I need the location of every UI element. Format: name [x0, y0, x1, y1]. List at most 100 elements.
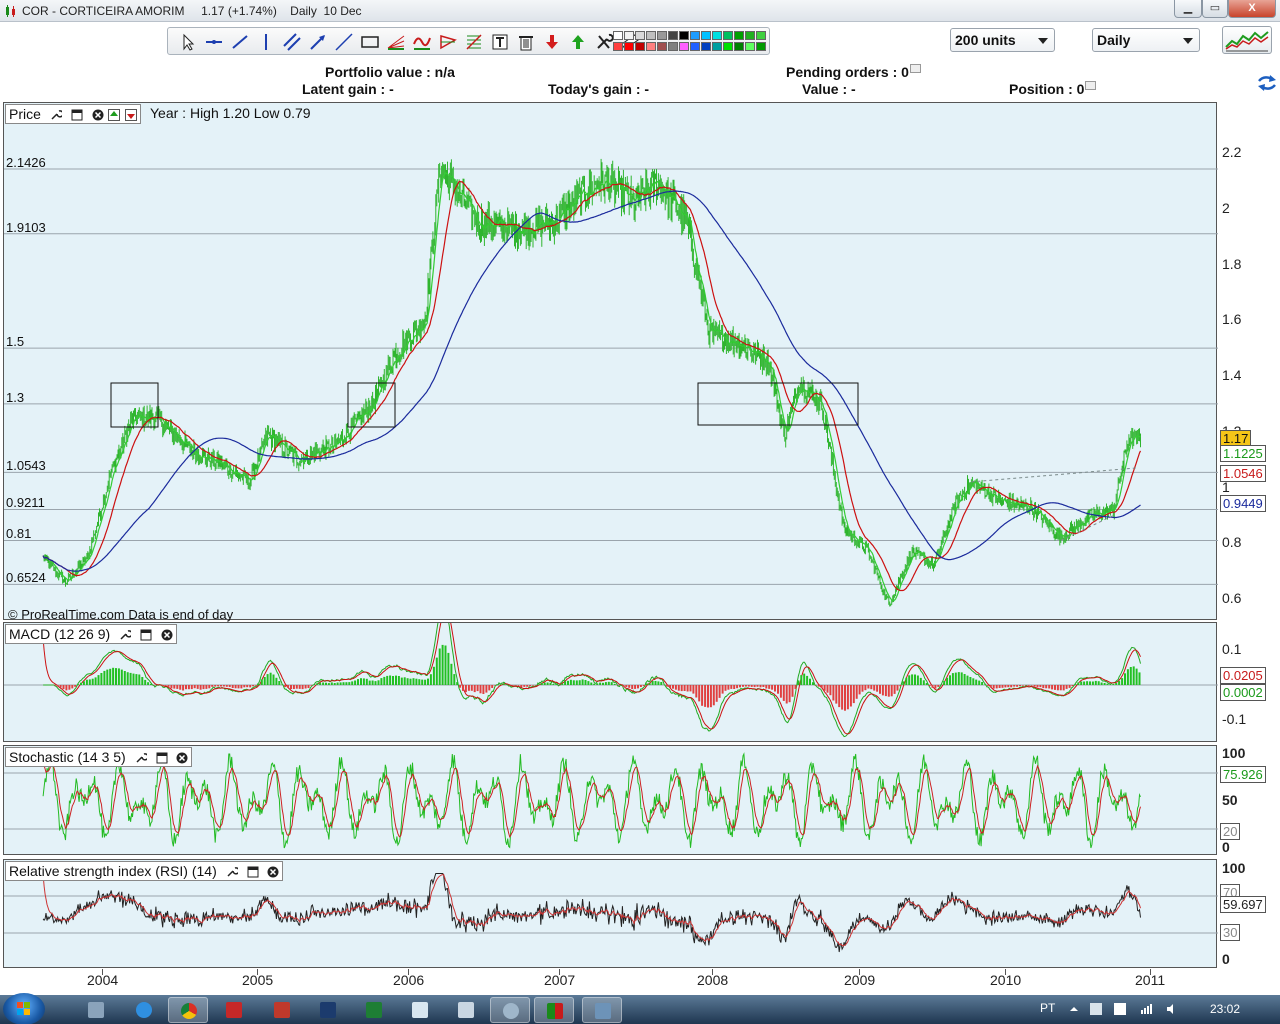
taskbar-window[interactable]	[582, 997, 622, 1023]
tool-wave[interactable]	[412, 32, 432, 52]
tool-trend-line[interactable]	[230, 32, 250, 52]
tool-cursor[interactable]	[178, 32, 198, 52]
color-swatch[interactable]	[756, 31, 766, 40]
refresh-arrows-icon[interactable]	[1256, 74, 1278, 92]
trend-line-dashed[interactable]	[971, 467, 1137, 483]
tool-triangle[interactable]	[438, 32, 458, 52]
color-swatch[interactable]	[712, 42, 722, 51]
window-icon[interactable]	[71, 109, 83, 121]
wrench-icon[interactable]	[119, 629, 132, 641]
tool-text[interactable]	[490, 32, 510, 52]
tool-sell-arrow[interactable]	[542, 32, 562, 52]
taskbar-explorer[interactable]	[76, 997, 116, 1023]
tool-tools[interactable]	[594, 32, 614, 52]
tool-vertical-line[interactable]	[256, 32, 276, 52]
color-swatch[interactable]	[668, 31, 678, 40]
color-palette[interactable]	[613, 31, 767, 53]
color-swatch[interactable]	[646, 42, 656, 51]
zoom-out-icon[interactable]	[125, 109, 138, 122]
volume-icon[interactable]	[1166, 1003, 1178, 1015]
window-icon[interactable]	[247, 866, 259, 878]
color-swatch[interactable]	[668, 42, 678, 51]
taskbar-prorealtime[interactable]	[534, 997, 574, 1023]
close-icon[interactable]	[92, 109, 104, 121]
color-swatch[interactable]	[690, 31, 700, 40]
rsi-panel[interactable]: Relative strength index (RSI) (14)	[3, 859, 1218, 968]
zoom-in-icon[interactable]	[108, 109, 121, 122]
taskbar-excel[interactable]	[354, 997, 394, 1023]
color-swatch[interactable]	[635, 31, 645, 40]
wrench-icon[interactable]	[50, 109, 62, 121]
clock[interactable]: 23:02	[1210, 1002, 1240, 1016]
tool-rectangle[interactable]	[360, 32, 380, 52]
tool-arrow-line[interactable]	[308, 32, 328, 52]
taskbar-acrobat[interactable]	[214, 997, 254, 1023]
color-swatch[interactable]	[745, 42, 755, 51]
wrench-icon[interactable]	[135, 752, 147, 764]
color-swatch[interactable]	[646, 31, 656, 40]
taskbar-ie[interactable]	[124, 997, 164, 1023]
tray-app-icon[interactable]	[1090, 1003, 1102, 1015]
color-swatch[interactable]	[690, 42, 700, 51]
color-swatch[interactable]	[679, 42, 689, 51]
start-button[interactable]	[3, 993, 45, 1024]
taskbar-filezilla[interactable]	[262, 997, 302, 1023]
taskbar-snipping[interactable]	[490, 997, 530, 1023]
color-swatch[interactable]	[701, 42, 711, 51]
tool-buy-arrow[interactable]	[568, 32, 588, 52]
taskbar-chrome[interactable]	[168, 997, 208, 1023]
color-swatch[interactable]	[756, 42, 766, 51]
taskbar-photoshop[interactable]	[308, 997, 348, 1023]
macd-plot[interactable]	[4, 623, 1218, 743]
color-swatch[interactable]	[745, 31, 755, 40]
tool-fibonacci-fan[interactable]	[386, 32, 406, 52]
color-swatch[interactable]	[657, 42, 667, 51]
ma-mid-line[interactable]	[42, 180, 1142, 592]
rsi-signal-line[interactable]	[42, 874, 1141, 947]
tool-parallel-lines[interactable]	[282, 32, 302, 52]
tool-fibonacci-retracement[interactable]	[464, 32, 484, 52]
color-swatch[interactable]	[613, 42, 623, 51]
color-swatch[interactable]	[657, 31, 667, 40]
maximize-button[interactable]: ▭	[1202, 0, 1228, 18]
color-swatch[interactable]	[635, 42, 645, 51]
color-swatch[interactable]	[723, 31, 733, 40]
ma-slow-line[interactable]	[42, 190, 1141, 572]
window-icon[interactable]	[140, 629, 152, 641]
units-select[interactable]: 200 units	[950, 28, 1055, 52]
color-swatch[interactable]	[624, 31, 634, 40]
color-swatch[interactable]	[613, 31, 623, 40]
close-icon[interactable]	[161, 629, 173, 641]
color-swatch[interactable]	[679, 31, 689, 40]
chart-type-button[interactable]	[1222, 26, 1272, 54]
window-icon[interactable]	[156, 752, 168, 764]
macd-signal-line[interactable]	[42, 623, 1141, 735]
network-icon[interactable]	[1140, 1003, 1152, 1015]
close-icon[interactable]	[267, 866, 279, 878]
stochastic-panel[interactable]: Stochastic (14 3 5)	[3, 745, 1218, 855]
tray-app-icon[interactable]	[1114, 1003, 1126, 1015]
minimize-button[interactable]: ▁	[1174, 0, 1202, 18]
color-swatch[interactable]	[734, 42, 744, 51]
tool-trash[interactable]	[516, 32, 536, 52]
close-icon[interactable]	[176, 752, 188, 764]
orders-list-icon[interactable]	[909, 64, 921, 73]
color-swatch[interactable]	[712, 31, 722, 40]
wrench-icon[interactable]	[226, 866, 238, 878]
position-list-icon[interactable]	[1085, 81, 1097, 90]
color-swatch[interactable]	[734, 31, 744, 40]
show-hidden-icons-icon[interactable]	[1068, 1003, 1080, 1015]
macd-panel[interactable]: MACD (12 26 9)	[3, 622, 1218, 743]
stochastic-k-line[interactable]	[42, 752, 1141, 849]
price-panel[interactable]: Price Year : High 1.20 Low 0.79 © ProRea…	[3, 102, 1218, 622]
taskbar-calculator[interactable]	[446, 997, 486, 1023]
period-select[interactable]: Daily	[1092, 28, 1200, 52]
tool-ray-line[interactable]	[334, 32, 354, 52]
close-button[interactable]: X	[1228, 0, 1276, 18]
color-swatch[interactable]	[624, 42, 634, 51]
ma-fast-line[interactable]	[42, 171, 1141, 602]
language-indicator[interactable]: PT	[1040, 1001, 1055, 1015]
tool-horizontal-line[interactable]	[204, 32, 224, 52]
price-plot[interactable]	[4, 103, 1218, 621]
color-swatch[interactable]	[701, 31, 711, 40]
